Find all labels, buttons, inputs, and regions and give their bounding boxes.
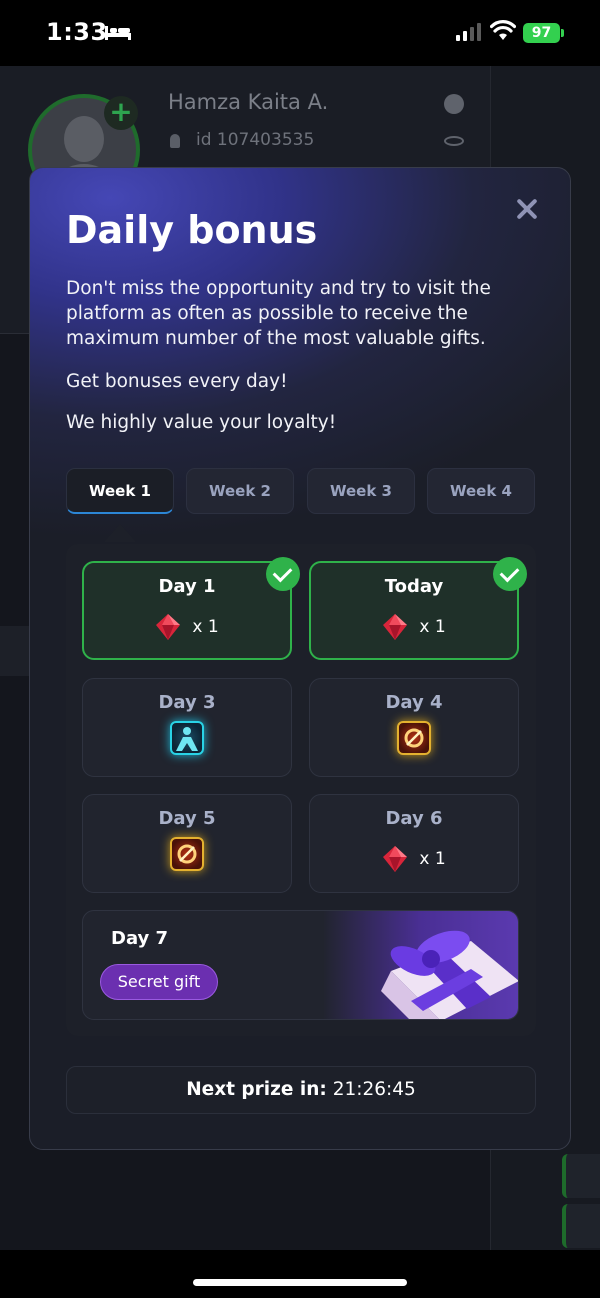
tab-week-2[interactable]: Week 2 xyxy=(186,468,294,514)
gem-icon xyxy=(156,614,181,640)
home-indicator[interactable] xyxy=(193,1279,407,1286)
home-indicator-area xyxy=(0,1250,600,1298)
background-row xyxy=(562,1154,600,1198)
sleep-focus-icon xyxy=(105,26,131,40)
tab-week-3[interactable]: Week 3 xyxy=(307,468,415,514)
day-card-7[interactable]: Day 7 Secret gift xyxy=(82,910,519,1020)
profile-id: id 107403535 xyxy=(196,130,315,150)
day-card-today[interactable]: Today x 1 xyxy=(309,557,527,660)
day-reward: x 1 xyxy=(310,845,518,873)
gem-icon xyxy=(383,846,408,872)
booster-item-icon xyxy=(397,721,431,755)
figure-glyph-icon xyxy=(176,727,198,751)
cellular-signal-icon xyxy=(456,23,481,41)
day-label: Day 3 xyxy=(158,692,216,713)
wifi-icon xyxy=(490,20,516,40)
user-icon xyxy=(170,134,180,148)
day-label: Day 6 xyxy=(385,808,443,829)
day-card-4[interactable]: Day 4 xyxy=(309,678,519,777)
day-card-5[interactable]: Day 5 xyxy=(82,794,292,893)
day-label: Today xyxy=(384,576,444,597)
battery-indicator: 97 xyxy=(523,23,560,43)
tab-week-4[interactable]: Week 4 xyxy=(427,468,535,514)
day-label: Day 1 xyxy=(158,576,216,597)
description-text: We highly value your loyalty! xyxy=(66,412,337,433)
checkmark-icon xyxy=(266,557,300,591)
day-card-3[interactable]: Day 3 xyxy=(82,678,292,777)
description-text: Don't miss the opportunity and try to vi… xyxy=(66,278,491,349)
checkmark-icon xyxy=(493,557,527,591)
hidden-eye-icon xyxy=(444,136,464,146)
gift-box-icon xyxy=(381,930,518,1019)
swirl-glyph-icon xyxy=(177,844,197,864)
daily-bonus-modal: Daily bonus Don't miss the opportunity a… xyxy=(29,167,571,1150)
day-reward: x 1 xyxy=(84,613,290,641)
add-avatar-icon: + xyxy=(104,96,138,130)
gem-icon xyxy=(383,614,408,640)
day-label: Day 7 xyxy=(111,928,169,949)
week-tabs: Week 1 Week 2 Week 3 Week 4 xyxy=(66,468,536,514)
tab-pointer xyxy=(104,524,136,542)
reward-quantity: x 1 xyxy=(192,617,219,637)
day-reward: x 1 xyxy=(311,613,517,641)
swirl-glyph-icon xyxy=(404,728,424,748)
profile-name: Hamza Kaita A. xyxy=(168,90,329,114)
close-icon[interactable] xyxy=(514,196,540,222)
modal-title: Daily bonus xyxy=(66,208,318,252)
reward-quantity: x 1 xyxy=(419,849,446,869)
day-card-1[interactable]: Day 1 x 1 xyxy=(82,557,300,660)
verified-icon xyxy=(444,94,464,114)
day-label: Day 4 xyxy=(385,692,443,713)
secret-gift-badge: Secret gift xyxy=(100,964,218,1000)
background-row xyxy=(562,1204,600,1248)
avatar-item-icon xyxy=(170,721,204,755)
next-prize-countdown: Next prize in: 21:26:45 xyxy=(66,1066,536,1114)
description-text: Get bonuses every day! xyxy=(66,371,288,392)
status-bar: 1:33 97 xyxy=(0,0,600,66)
next-prize-label: Next prize in: xyxy=(186,1079,327,1100)
tab-week-1[interactable]: Week 1 xyxy=(66,468,174,514)
day-card-6[interactable]: Day 6 x 1 xyxy=(309,794,519,893)
battery-tip xyxy=(561,29,564,37)
avatar-head xyxy=(64,116,104,162)
booster-item-icon xyxy=(170,837,204,871)
next-prize-timer: 21:26:45 xyxy=(332,1079,416,1100)
day-label: Day 5 xyxy=(158,808,216,829)
reward-quantity: x 1 xyxy=(419,617,446,637)
status-time: 1:33 xyxy=(46,18,108,46)
